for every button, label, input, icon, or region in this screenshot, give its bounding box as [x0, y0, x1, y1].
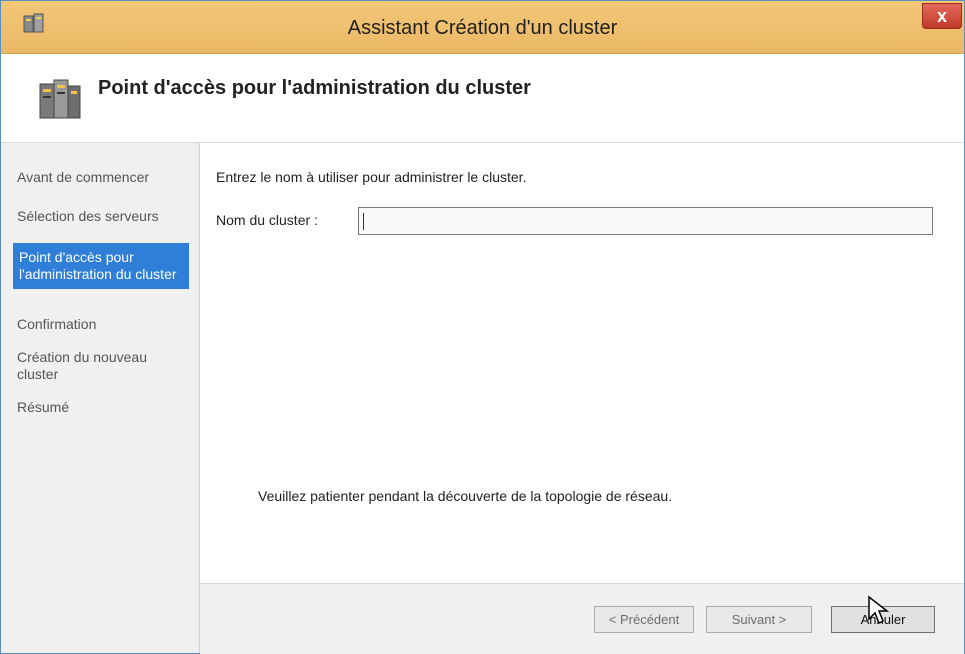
close-icon: x [936, 6, 947, 26]
step-access-point[interactable]: Point d'accès pour l'administration du c… [13, 243, 189, 289]
window-title: Assistant Création d'un cluster [347, 17, 618, 39]
mouse-cursor-icon [868, 595, 890, 625]
close-button[interactable]: x [922, 3, 962, 29]
content-area: Entrez le nom à utiliser pour administre… [200, 143, 964, 583]
next-button[interactable]: Suivant > [706, 606, 812, 633]
step-create-cluster[interactable]: Création du nouveau cluster [17, 349, 187, 383]
cluster-name-input[interactable] [358, 207, 933, 235]
cluster-name-label: Nom du cluster : [216, 212, 318, 228]
step-confirmation[interactable]: Confirmation [17, 316, 187, 333]
wizard-window: Assistant Création d'un cluster x Point … [0, 0, 965, 654]
instruction-text: Entrez le nom à utiliser pour administre… [216, 169, 527, 185]
wizard-steps-panel: Avant de commencer Sélection des serveur… [1, 143, 200, 653]
cluster-servers-icon [39, 79, 81, 119]
text-caret [363, 213, 364, 230]
page-header: Point d'accès pour l'administration du c… [1, 54, 964, 143]
button-bar: < Précédent Suivant > Annuler [200, 583, 964, 654]
page-title: Point d'accès pour l'administration du c… [98, 77, 531, 99]
step-before-you-begin[interactable]: Avant de commencer [17, 169, 187, 186]
step-select-servers[interactable]: Sélection des serveurs [17, 208, 187, 225]
step-summary[interactable]: Résumé [17, 399, 187, 416]
previous-button[interactable]: < Précédent [594, 606, 694, 633]
wait-message: Veuillez patienter pendant la découverte… [258, 488, 673, 504]
title-bar: Assistant Création d'un cluster x [1, 1, 964, 54]
